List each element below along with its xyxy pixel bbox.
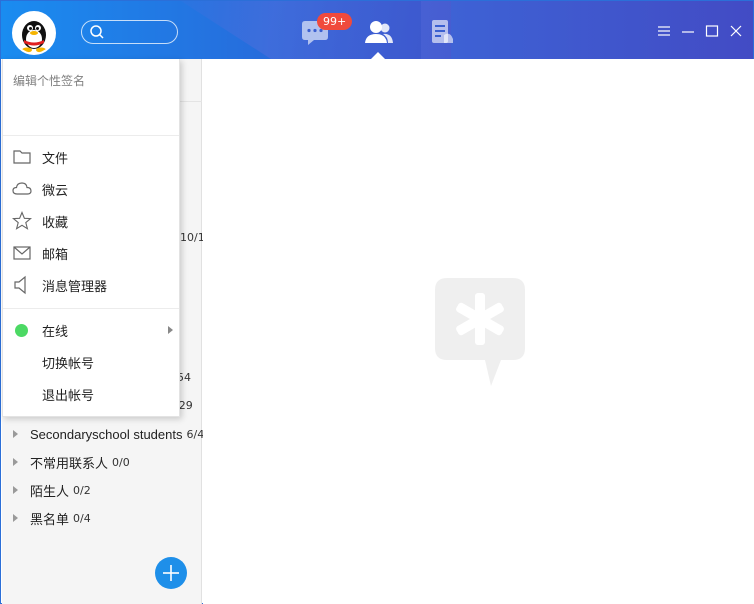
menu-item-label: 退出帐号 [42, 388, 95, 404]
menu-item-label: 在线 [42, 324, 69, 340]
speaker-icon [14, 275, 26, 295]
contact-group[interactable]: Secondaryschool students 6/46 [13, 424, 211, 444]
title-bar: 99+ [1, 1, 753, 59]
expand-arrow-icon [13, 458, 18, 466]
menu-item-label: 微云 [42, 183, 69, 199]
minimize-icon[interactable] [680, 23, 696, 39]
group-name: 黑名单 [30, 511, 70, 527]
menu-item-weiyun[interactable]: 微云 [3, 175, 179, 203]
contact-group[interactable]: 黑名单 0/4 [13, 508, 91, 528]
maximize-icon[interactable] [704, 23, 720, 39]
group-count: 0/4 [73, 511, 91, 525]
group-name: 陌生人 [30, 483, 70, 499]
expand-arrow-icon [13, 430, 18, 438]
search-icon [90, 25, 104, 39]
submenu-arrow-icon [168, 326, 173, 334]
add-button[interactable] [155, 557, 187, 589]
menu-item-label: 切换帐号 [42, 356, 95, 372]
penguin-icon [14, 13, 54, 53]
folder-icon [13, 150, 31, 164]
menu-divider [3, 135, 179, 136]
contacts-icon[interactable] [364, 19, 394, 47]
online-status-icon [15, 323, 28, 337]
menu-item-logout[interactable]: 退出帐号 [3, 380, 179, 408]
menu-item-label: 文件 [42, 151, 69, 167]
signature-edit[interactable]: 编辑个性签名 [13, 72, 85, 89]
main-menu-dropdown: 编辑个性签名 文件 微云 收藏 邮箱 消息管理器 在线 切换帐号 退出帐号 [2, 59, 180, 417]
close-icon[interactable] [728, 23, 744, 39]
menu-item-mailbox[interactable]: 邮箱 [3, 239, 179, 267]
menu-item-message-manager[interactable]: 消息管理器 [3, 271, 179, 299]
space-icon[interactable] [426, 19, 456, 47]
group-count: 0/2 [73, 483, 91, 497]
contact-group[interactable]: 陌生人 0/2 [13, 480, 91, 500]
search-box[interactable] [81, 20, 178, 44]
unread-badge: 99+ [317, 13, 353, 30]
contact-group[interactable]: 不常用联系人 0/0 [13, 452, 130, 472]
menu-icon[interactable] [656, 23, 672, 39]
expand-arrow-icon [13, 486, 18, 494]
menu-item-switch-account[interactable]: 切换帐号 [3, 348, 179, 376]
empty-state-logo-icon [435, 278, 525, 386]
cloud-icon [12, 182, 32, 195]
qq-main-window: 99+ 10/1 54 /29 Secondaryschool students… [0, 0, 754, 604]
star-icon [12, 211, 32, 230]
group-count: 0/0 [112, 455, 130, 469]
menu-divider [3, 308, 179, 309]
menu-item-files[interactable]: 文件 [3, 143, 179, 171]
group-name: 不常用联系人 [30, 455, 109, 471]
group-name: Secondaryschool students [30, 426, 183, 442]
expand-arrow-icon [13, 514, 18, 522]
active-tab-indicator [371, 52, 385, 59]
plus-icon [163, 565, 179, 581]
menu-item-label: 消息管理器 [42, 279, 108, 295]
menu-item-status[interactable]: 在线 [3, 316, 179, 344]
menu-item-label: 收藏 [42, 215, 69, 231]
mail-icon [13, 246, 31, 260]
user-avatar[interactable] [12, 11, 56, 55]
menu-item-favorites[interactable]: 收藏 [3, 207, 179, 235]
menu-item-label: 邮箱 [42, 247, 69, 263]
group-count-partial: 10/1 [180, 231, 205, 244]
